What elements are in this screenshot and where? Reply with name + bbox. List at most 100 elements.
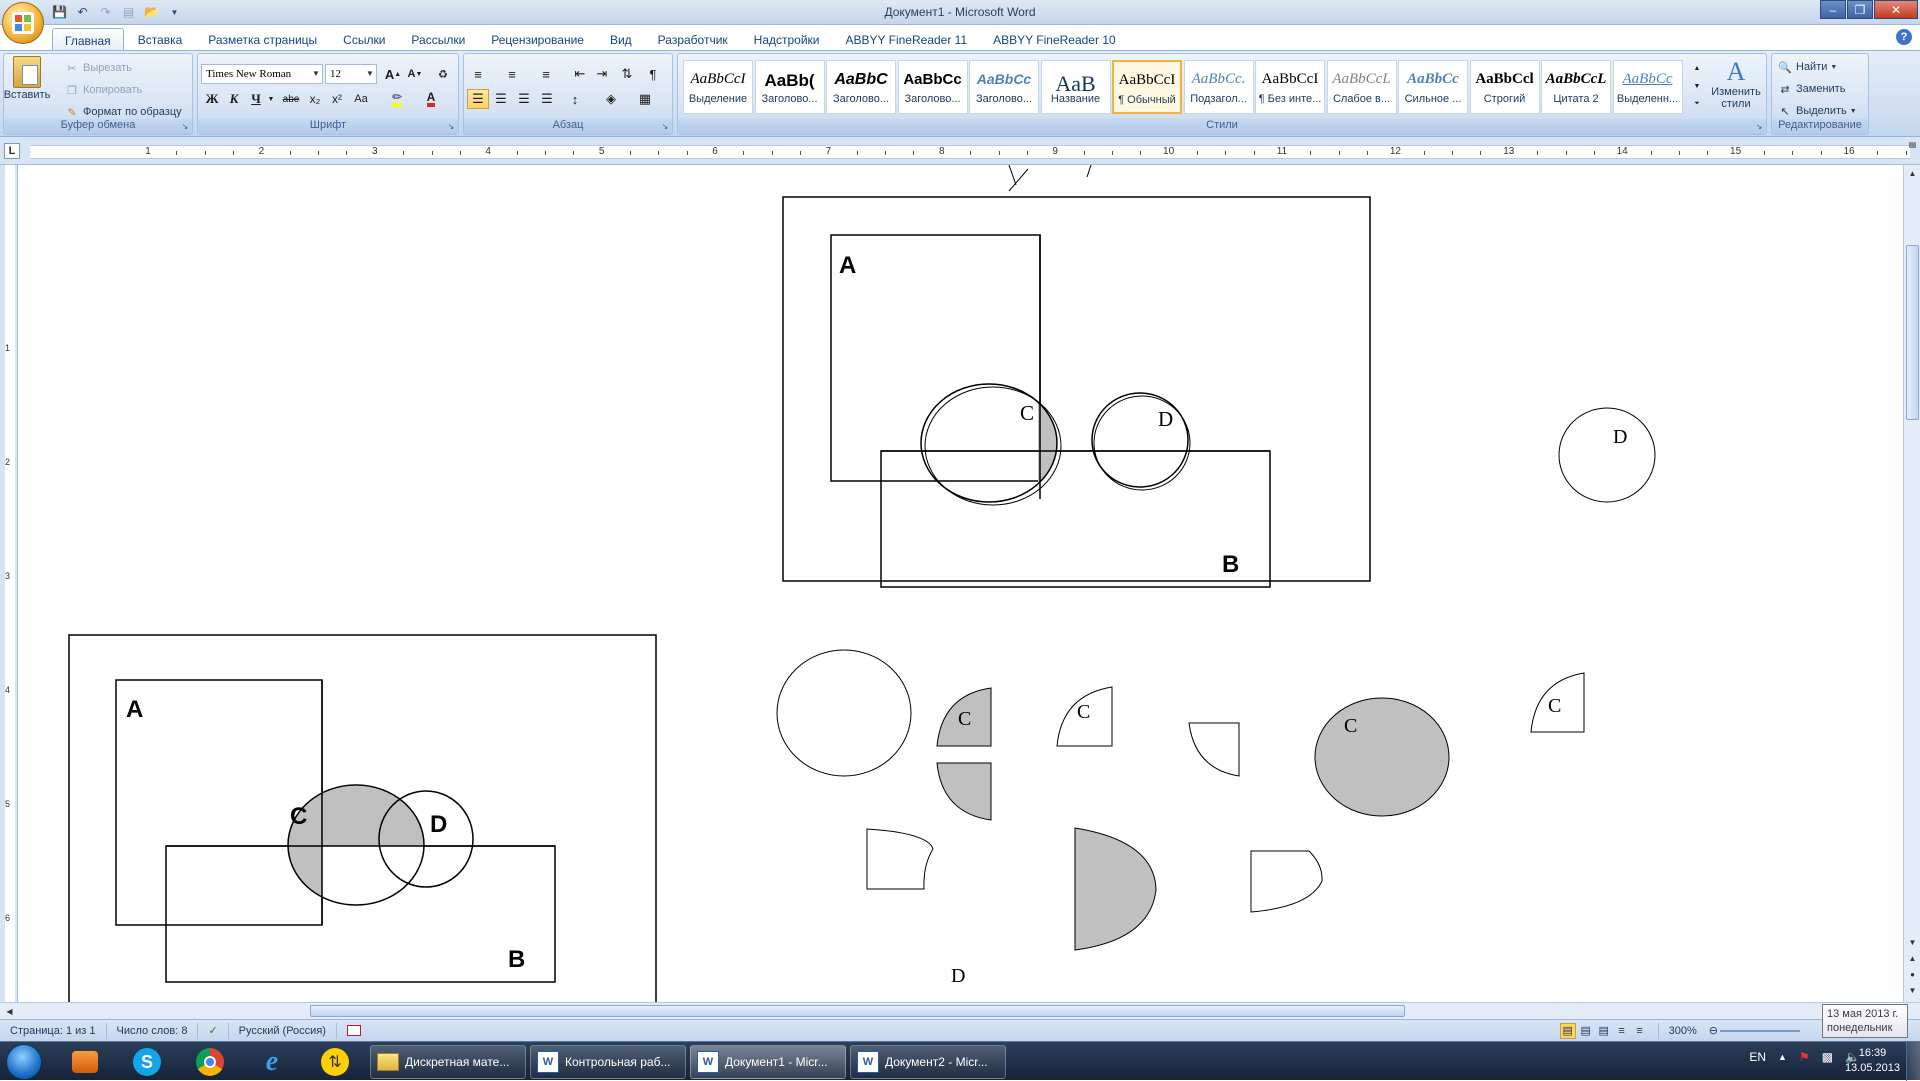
font-color-button[interactable]: A	[420, 89, 442, 109]
action-center-icon[interactable]: ⚑	[1799, 1050, 1810, 1064]
style-item[interactable]: AaBbCcI ¶ Без инте...	[1255, 60, 1325, 114]
browse-object-icon[interactable]: ●	[1905, 967, 1920, 982]
copy-button[interactable]: ❐ Копировать	[64, 82, 142, 98]
taskbar-task-word-active[interactable]: W Документ1 - Micr...	[690, 1045, 846, 1079]
style-item[interactable]: AaBbCc Выделенн...	[1612, 60, 1683, 114]
tab-addins[interactable]: Надстройки	[742, 28, 832, 50]
tab-references[interactable]: Ссылки	[331, 28, 397, 50]
loose-circle-d[interactable]	[1558, 407, 1656, 503]
format-painter-button[interactable]: ✎ Формат по образцу	[64, 104, 181, 120]
proofing-icon[interactable]: ✓	[198, 1022, 229, 1039]
web-layout-icon[interactable]: ▤	[1596, 1023, 1612, 1039]
gallery-up-icon[interactable]: ▲	[1690, 60, 1704, 76]
grow-font-button[interactable]: A ▲	[382, 64, 404, 84]
next-page-icon[interactable]: ▼	[1905, 983, 1920, 998]
tab-mailings[interactable]: Рассылки	[399, 28, 477, 50]
prev-page-icon[interactable]: ▲	[1905, 951, 1920, 966]
language-status[interactable]: Русский (Россия)	[229, 1022, 337, 1039]
font-name-select[interactable]: Times New Roman ▼	[201, 64, 323, 84]
full-screen-reading-icon[interactable]: ▤	[1578, 1023, 1594, 1039]
close-button[interactable]: ✕	[1874, 0, 1918, 19]
cut-button[interactable]: ✂ Вырезать	[64, 60, 132, 76]
shaded-ellipse-c[interactable]	[1314, 697, 1450, 817]
vertical-scroll-thumb[interactable]	[1906, 245, 1919, 420]
word-count[interactable]: Число слов: 8	[107, 1022, 199, 1039]
draft-icon[interactable]: ≡	[1632, 1023, 1648, 1039]
superscript-button[interactable]: x²	[326, 89, 348, 109]
italic-button[interactable]: К	[223, 89, 245, 109]
numbering-button[interactable]: ≡	[501, 64, 523, 84]
style-item[interactable]: AaBbC Заголово...	[826, 60, 896, 114]
input-language[interactable]: EN	[1749, 1050, 1766, 1064]
underline-dropdown-icon[interactable]: ▼	[266, 89, 276, 109]
network-icon[interactable]: ▩	[1822, 1050, 1833, 1064]
taskbar-task-word[interactable]: W Документ2 - Micr...	[850, 1045, 1006, 1079]
show-hidden-icons-icon[interactable]: ▲	[1778, 1052, 1787, 1062]
zoom-slider[interactable]	[1720, 1029, 1800, 1032]
clock[interactable]: 16:39 13.05.2013	[1845, 1046, 1900, 1076]
media-player-icon[interactable]	[60, 1045, 110, 1079]
style-item[interactable]: AaBbCcL Цитата 2	[1541, 60, 1611, 114]
show-desktop-button[interactable]	[1906, 1042, 1920, 1081]
decrease-indent-button[interactable]: ⇤	[569, 64, 591, 84]
subscript-button[interactable]: x₂	[304, 89, 326, 109]
loose-circle-empty[interactable]	[776, 649, 912, 777]
style-item[interactable]: AaBbCc Сильное ...	[1398, 60, 1468, 114]
print-layout-icon[interactable]: ▤	[1559, 1022, 1576, 1039]
clear-formatting-button[interactable]: ♻	[432, 64, 454, 84]
align-left-button[interactable]: ☰	[467, 89, 489, 109]
start-button[interactable]	[6, 1044, 42, 1080]
zoom-level[interactable]: 300%	[1659, 1023, 1707, 1039]
show-marks-button[interactable]: ¶	[642, 64, 664, 84]
venn-diagram-bottom[interactable]: A B C D	[68, 634, 657, 1002]
dialog-launcher-icon[interactable]: ↘	[1754, 122, 1764, 132]
line-spacing-button[interactable]: ↕	[564, 89, 586, 109]
fragment-right[interactable]	[1250, 850, 1323, 913]
vertical-scrollbar[interactable]: ▤ ▲ ▼ ▲ ● ▼	[1903, 140, 1920, 1002]
style-item[interactable]: AaBbCcl Строгий	[1469, 60, 1540, 114]
quarter-white-lower[interactable]	[1188, 722, 1240, 777]
strikethrough-button[interactable]: abe	[280, 89, 302, 109]
shrink-font-button[interactable]: A ▼	[404, 64, 426, 84]
page-count[interactable]: Страница: 1 из 1	[0, 1022, 107, 1039]
office-button[interactable]	[2, 2, 44, 44]
replace-button[interactable]: ⇄ Заменить	[1777, 81, 1845, 97]
align-right-button[interactable]: ☰	[513, 89, 535, 109]
style-item[interactable]: AaBbCcI Выделение	[683, 60, 753, 114]
fragment-left[interactable]	[866, 828, 934, 890]
tab-developer[interactable]: Разработчик	[646, 28, 740, 50]
tab-abbyy-11[interactable]: ABBYY FineReader 11	[834, 28, 980, 50]
vertical-ruler[interactable]: 1 2 3 4 5 6	[0, 165, 18, 1002]
document-page[interactable]: A B C D A B C D D C C C C D	[18, 165, 1903, 1002]
scroll-up-icon[interactable]: ▲	[1905, 166, 1920, 181]
taskbar-task-folder[interactable]: Дискретная мате...	[370, 1045, 526, 1079]
scroll-left-icon[interactable]: ◀	[2, 1004, 17, 1019]
dialog-launcher-icon[interactable]: ↘	[446, 122, 456, 132]
loose-shapes[interactable]: D C C C C D	[776, 407, 1656, 987]
style-item[interactable]: AaBbCcI ¶ Обычный	[1112, 60, 1182, 114]
increase-indent-button[interactable]: ⇥	[591, 64, 613, 84]
paste-button[interactable]: Вставить	[4, 56, 50, 101]
gallery-down-icon[interactable]: ▼	[1690, 78, 1704, 94]
change-case-button[interactable]: Aa	[350, 89, 372, 109]
skype-icon[interactable]: S	[122, 1045, 172, 1079]
style-item[interactable]: AaBb(Заголово...	[754, 60, 825, 114]
highlight-button[interactable]: ✏	[386, 89, 408, 109]
horizontal-scrollbar[interactable]: ◀ ▶	[0, 1002, 1920, 1019]
tab-view[interactable]: Вид	[598, 28, 644, 50]
venn-diagram-top[interactable]: A B C D	[782, 196, 1371, 588]
dialog-launcher-icon[interactable]: ↘	[660, 122, 670, 132]
style-item[interactable]: AaBbCcL Слабое в...	[1326, 60, 1397, 114]
tab-home[interactable]: Главная	[52, 28, 124, 50]
half-shaded-lens[interactable]	[1074, 827, 1157, 951]
multilevel-list-button[interactable]: ≡	[535, 64, 557, 84]
underline-button[interactable]: Ч	[245, 89, 267, 109]
macro-record-icon[interactable]	[337, 1023, 371, 1039]
style-item[interactable]: AaBbCc. Подзагол...	[1183, 60, 1254, 114]
align-center-button[interactable]: ☰	[490, 89, 512, 109]
borders-button[interactable]: ▦	[634, 89, 656, 109]
dialog-launcher-icon[interactable]: ↘	[180, 122, 190, 132]
bold-button[interactable]: Ж	[201, 89, 223, 109]
style-item[interactable]: AaBbCc Заголово...	[897, 60, 968, 114]
gallery-more-icon[interactable]: ⏷	[1690, 96, 1704, 112]
